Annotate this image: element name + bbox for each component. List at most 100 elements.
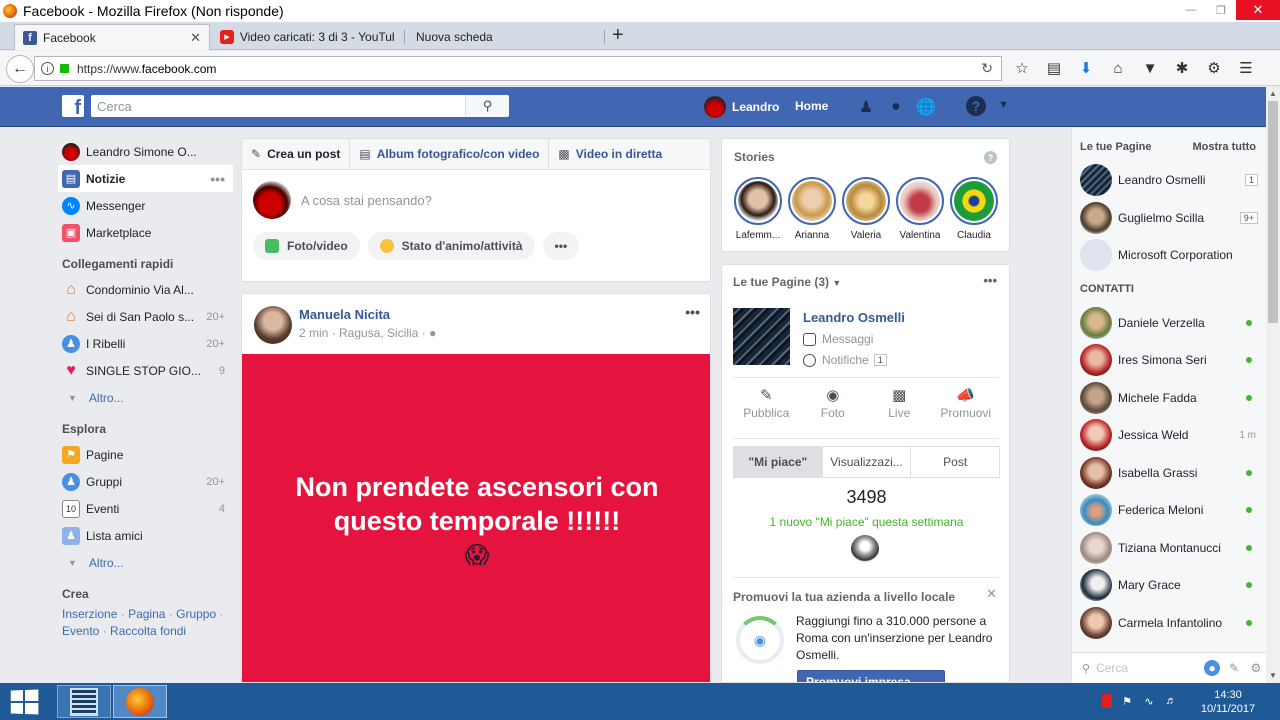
live-button[interactable]: ▩ Live: [866, 386, 933, 420]
create-fundraiser-link[interactable]: Raccolta fondi: [110, 624, 186, 638]
chat-page-item[interactable]: Leandro Osmelli 1: [1080, 163, 1258, 197]
sidebar-item-friend-lists[interactable]: ♟ Lista amici: [58, 522, 233, 549]
sidebar-item-shortcut[interactable]: ⌂ Condominio Via Al...: [58, 276, 233, 303]
feeling-activity-button[interactable]: Stato d'animo/attività: [367, 232, 535, 260]
photo-button[interactable]: ◉ Foto: [800, 386, 867, 420]
chat-status-icon[interactable]: ●: [1204, 660, 1221, 676]
search-icon[interactable]: ⚲: [465, 95, 509, 117]
shortcuts-more-link[interactable]: ▼ Altro...: [58, 384, 233, 411]
avatar[interactable]: [851, 535, 879, 563]
home-link[interactable]: Home: [795, 99, 828, 113]
windows-start-icon[interactable]: [10, 689, 39, 715]
weekly-likes-text[interactable]: 1 nuovo "Mi piace" questa settimana: [733, 515, 1000, 529]
puzzle-icon[interactable]: ⚙: [1204, 59, 1224, 77]
contact-item[interactable]: Tiziana Montanucci: [1080, 531, 1258, 565]
tab-views[interactable]: Visualizzazi...: [823, 447, 912, 477]
back-arrow-icon[interactable]: ←: [6, 55, 34, 83]
promote-button[interactable]: 📣 Promuovi: [933, 386, 1000, 420]
contact-item[interactable]: Michele Fadda: [1080, 381, 1258, 415]
new-tab-icon[interactable]: +: [612, 24, 624, 46]
sidebar-item-events[interactable]: 10 Eventi 4: [58, 495, 233, 522]
url-bar[interactable]: i https://www.facebook.com ↻: [34, 56, 1002, 81]
help-icon[interactable]: ?: [984, 151, 997, 164]
publish-button[interactable]: ✎ Pubblica: [733, 386, 800, 420]
extension-icon[interactable]: ✱: [1172, 59, 1192, 77]
chat-search-input[interactable]: [1096, 661, 1187, 675]
contact-item[interactable]: Jessica Weld 1 m: [1080, 418, 1258, 452]
help-icon[interactable]: ?: [966, 96, 986, 116]
more-options-button[interactable]: •••: [542, 232, 580, 260]
scroll-down-icon[interactable]: ▼: [1269, 671, 1277, 680]
sidebar-item-pages[interactable]: ⚑ Pagine: [58, 441, 233, 468]
lock-icon[interactable]: [60, 64, 69, 73]
close-window-icon[interactable]: ✕: [1236, 0, 1280, 20]
sidebar-item-shortcut[interactable]: ♥ SINGLE STOP GIO... 9: [58, 357, 233, 384]
photo-video-button[interactable]: Foto/video: [253, 232, 360, 260]
more-options-icon[interactable]: •••: [210, 171, 225, 187]
sidebar-item-marketplace[interactable]: ▣ Marketplace: [58, 219, 233, 246]
your-pages-heading[interactable]: Le tue Pagine (3) ▼: [733, 275, 841, 289]
taskbar-clock[interactable]: 14:30 10/11/2017: [1196, 688, 1260, 716]
create-group-link[interactable]: Gruppo: [176, 607, 216, 621]
close-icon[interactable]: ✕: [986, 586, 997, 602]
friend-requests-icon[interactable]: ♟: [856, 97, 876, 117]
info-icon[interactable]: i: [41, 62, 54, 75]
story-item[interactable]: Valentina: [894, 177, 946, 241]
restore-icon[interactable]: ❐: [1206, 0, 1236, 20]
taskbar-media-app[interactable]: [57, 685, 111, 718]
facebook-logo-icon[interactable]: f: [62, 95, 84, 117]
composer-input[interactable]: A cosa stai pensando?: [301, 193, 432, 208]
more-options-icon[interactable]: •••: [983, 273, 997, 288]
tab-new[interactable]: Nuova scheda: [408, 24, 604, 50]
contact-item[interactable]: Ires Simona Seri: [1080, 343, 1258, 377]
tab-live-video[interactable]: ▩ Video in diretta: [549, 139, 671, 170]
settings-gear-icon[interactable]: ⚙: [1248, 660, 1264, 676]
page-notifications-link[interactable]: Notifiche 1: [803, 353, 887, 367]
taskbar-firefox-app[interactable]: [113, 685, 167, 718]
sidebar-item-groups[interactable]: ♟ Gruppi 20+: [58, 468, 233, 495]
create-ad-link[interactable]: Inserzione: [62, 607, 117, 621]
contact-item[interactable]: Carmela Infantolino: [1080, 606, 1258, 640]
promote-local-business-button[interactable]: Promuovi impresa locale: [797, 670, 945, 682]
chat-page-item[interactable]: Guglielmo Scilla 9+: [1080, 201, 1258, 235]
new-message-icon[interactable]: ✎: [1226, 660, 1242, 676]
scroll-up-icon[interactable]: ▲: [1269, 89, 1277, 98]
sidebar-item-news-feed[interactable]: ▤ Notizie •••: [58, 165, 233, 192]
page-name[interactable]: Leandro Osmelli: [803, 310, 905, 325]
more-options-icon[interactable]: •••: [685, 304, 700, 320]
post-time[interactable]: 2 min: [299, 326, 328, 340]
show-all-link[interactable]: Mostra tutto: [1192, 141, 1256, 153]
create-page-link[interactable]: Pagina: [128, 607, 165, 621]
story-item[interactable]: Claudia: [948, 177, 1000, 241]
tab-create-post[interactable]: ✎ Crea un post: [242, 138, 351, 170]
url-text[interactable]: https://www.facebook.com: [77, 62, 216, 76]
clipboard-icon[interactable]: ▤: [1044, 59, 1064, 77]
tab-photo-album[interactable]: ▤ Album fotografico/con video: [350, 138, 550, 170]
pocket-icon[interactable]: ▼: [1140, 59, 1160, 77]
tab-facebook[interactable]: f Facebook ✕: [14, 24, 210, 50]
sidebar-item-messenger[interactable]: ∿ Messenger: [58, 192, 233, 219]
post-content[interactable]: Non prendete ascensori con questo tempor…: [242, 354, 710, 682]
post-author[interactable]: Manuela Nicita: [299, 307, 390, 322]
wifi-icon[interactable]: ∿: [1142, 693, 1156, 709]
hamburger-menu-icon[interactable]: ☰: [1236, 59, 1256, 77]
tab-posts[interactable]: Post: [911, 447, 999, 477]
reload-icon[interactable]: ↻: [981, 60, 993, 77]
search-input[interactable]: [91, 98, 461, 114]
scrollbar-thumb[interactable]: [1268, 101, 1278, 323]
battery-icon[interactable]: [1102, 694, 1112, 708]
page-scrollbar[interactable]: ▲ ▼: [1266, 87, 1280, 683]
story-item[interactable]: Lafemm...: [732, 177, 784, 241]
avatar[interactable]: [254, 306, 292, 344]
post-location[interactable]: Ragusa, Sicilia: [339, 326, 418, 340]
sidebar-item-shortcut[interactable]: ♟ I Ribelli 20+: [58, 330, 233, 357]
chevron-down-icon[interactable]: ▼: [998, 99, 1009, 111]
story-item[interactable]: Arianna: [786, 177, 838, 241]
chat-page-item[interactable]: Microsoft Corporation: [1080, 238, 1258, 272]
tab-youtube[interactable]: ▶ Video caricati: 3 di 3 - YouTube: [212, 24, 402, 50]
sidebar-profile[interactable]: Leandro Simone O...: [58, 138, 233, 165]
story-item[interactable]: Valeria: [840, 177, 892, 241]
sidebar-item-shortcut[interactable]: ⌂ Sei di San Paolo s... 20+: [58, 303, 233, 330]
tab-likes[interactable]: "Mi piace": [734, 447, 823, 477]
contact-item[interactable]: Mary Grace: [1080, 568, 1258, 602]
